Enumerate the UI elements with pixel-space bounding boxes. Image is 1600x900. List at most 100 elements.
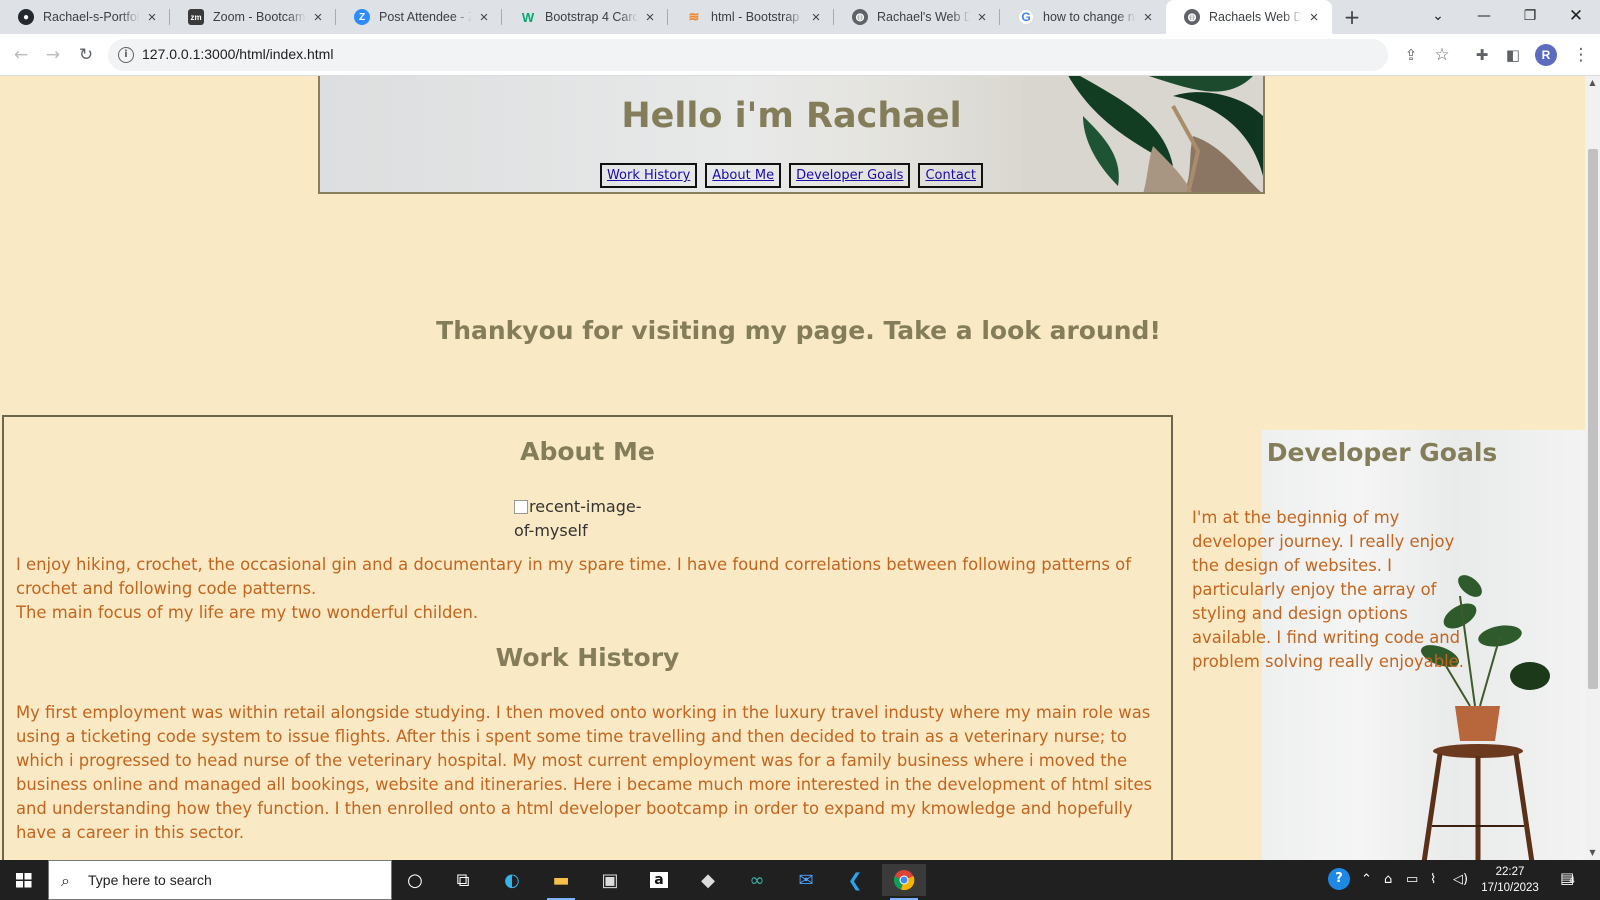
close-icon[interactable]: × — [1140, 9, 1156, 26]
close-icon[interactable]: × — [476, 9, 492, 26]
tab-title: Bootstrap 4 Cards — [545, 10, 638, 24]
developer-goals-heading: Developer Goals — [1266, 438, 1498, 467]
site-header: Hello i'm Rachael Work History About Me … — [318, 76, 1265, 194]
menu-kebab-icon[interactable]: ⋮ — [1568, 42, 1594, 68]
forward-button[interactable]: → — [40, 42, 66, 68]
dropbox-icon[interactable]: ◆ — [686, 864, 730, 896]
tab-post-attendee[interactable]: Z Post Attendee - Zoom × — [336, 0, 502, 34]
close-icon[interactable]: × — [310, 9, 326, 26]
nav-link-contact[interactable]: Contact — [918, 163, 984, 188]
github-icon: ● — [18, 9, 34, 25]
w3schools-icon: W — [521, 9, 535, 25]
page-title: Hello i'm Rachael — [621, 96, 962, 136]
microsoft-store-icon[interactable]: ▣ — [588, 864, 632, 896]
nav-link-about-me[interactable]: About Me — [705, 163, 782, 188]
back-button[interactable]: ← — [8, 42, 34, 68]
tab-google-search[interactable]: G how to change na × — [1000, 0, 1166, 34]
chrome-logo-icon — [893, 870, 915, 891]
zoom-icon: zm — [188, 9, 204, 25]
stackoverflow-icon: ≋ — [688, 9, 700, 24]
minimize-button[interactable]: — — [1461, 0, 1507, 34]
broken-image-icon — [514, 500, 528, 514]
work-history-heading: Work History — [495, 643, 680, 672]
notifications-icon[interactable]: ▤4 — [1560, 869, 1575, 887]
developer-goals-text: I'm at the beginnig of my developer jour… — [1192, 508, 1464, 671]
notification-count: 4 — [1569, 876, 1575, 886]
welcome-heading: Thankyou for visiting my page. Take a lo… — [0, 316, 1585, 345]
info-icon[interactable]: i — [118, 47, 134, 63]
tab-rachaels-web-dev-1[interactable]: ◍ Rachael's Web Dev × — [834, 0, 1000, 34]
globe-icon: ◍ — [852, 9, 868, 25]
tab-rachaels-web-dev-active[interactable]: ◍ Rachaels Web Dev × — [1166, 0, 1332, 34]
task-view-icon[interactable]: ⧉ — [441, 864, 485, 896]
image-alt-text: recent-image-of-myself — [514, 497, 642, 540]
new-tab-button[interactable]: + — [1340, 5, 1364, 29]
scroll-down-arrow-icon[interactable]: ▼ — [1585, 846, 1600, 860]
about-work-section: About Me recent-image-of-myself I enjoy … — [2, 415, 1173, 860]
tab-zoom-bootcamp[interactable]: zm Zoom - Bootcamp × — [170, 0, 336, 34]
profile-avatar[interactable]: R — [1535, 44, 1557, 66]
close-icon[interactable]: × — [1306, 9, 1322, 26]
help-icon[interactable]: ? — [1328, 868, 1350, 890]
scroll-up-arrow-icon[interactable]: ▲ — [1585, 76, 1600, 90]
chrome-icon[interactable] — [882, 864, 926, 900]
arduino-icon[interactable]: ∞ — [735, 864, 779, 896]
edge-icon[interactable]: ◐ — [490, 864, 534, 896]
browser-toolbar: ← → ↻ i 127.0.0.1:3000/html/index.html ⇪… — [0, 34, 1600, 76]
extensions-icon[interactable]: ✚ — [1469, 42, 1495, 68]
side-panel-icon[interactable]: ◧ — [1500, 42, 1526, 68]
close-icon[interactable]: × — [808, 9, 824, 26]
file-explorer-icon[interactable]: ▬ — [539, 864, 583, 900]
show-hidden-icons-chevron-icon[interactable]: ⌃ — [1361, 872, 1372, 887]
close-icon[interactable]: × — [974, 9, 990, 26]
taskbar-clock[interactable]: 22:27 17/10/2023 — [1480, 864, 1540, 896]
taskbar-search-box[interactable]: ⌕ Type here to search — [48, 860, 392, 900]
search-icon: ⌕ — [61, 871, 70, 890]
page-viewport: Hello i'm Rachael Work History About Me … — [0, 76, 1585, 860]
close-icon[interactable]: × — [144, 9, 160, 26]
close-icon[interactable]: × — [642, 9, 658, 26]
tab-title: Post Attendee - Zoom — [379, 10, 472, 24]
tab-github[interactable]: ● Rachael-s-Portfolio × — [0, 0, 170, 34]
zoom-z-icon: Z — [354, 9, 370, 25]
clock-time: 22:27 — [1495, 866, 1525, 878]
search-placeholder: Type here to search — [88, 872, 212, 888]
meet-now-icon[interactable]: ⌂ — [1384, 872, 1392, 887]
about-me-text: I enjoy hiking, crochet, the occasional … — [16, 553, 1166, 625]
work-history-text: My first employment was within retail al… — [16, 703, 1153, 842]
windows-taskbar: ⌕ Type here to search ○ ⧉ ◐ ▬ ▣ a ◆ ∞ ✉ … — [0, 860, 1600, 900]
tab-strip: ● Rachael-s-Portfolio × zm Zoom - Bootca… — [0, 0, 1600, 34]
close-window-button[interactable]: ✕ — [1553, 0, 1599, 34]
vscode-icon[interactable]: ❮ — [833, 864, 877, 896]
tab-title: Rachael-s-Portfolio — [43, 10, 140, 24]
volume-icon[interactable]: ◁) — [1453, 872, 1468, 887]
url-text[interactable]: 127.0.0.1:3000/html/index.html — [142, 46, 333, 62]
tab-bootstrap-cards[interactable]: W Bootstrap 4 Cards × — [502, 0, 668, 34]
address-bar[interactable]: i 127.0.0.1:3000/html/index.html — [108, 39, 1388, 71]
tab-search-icon[interactable]: ⌄ — [1415, 0, 1461, 34]
globe-icon: ◍ — [1184, 9, 1200, 25]
windows-start-icon[interactable] — [0, 860, 48, 900]
about-me-heading: About Me — [520, 437, 655, 466]
tab-title: Rachael's Web Dev — [877, 10, 970, 24]
battery-icon[interactable]: ▭ — [1406, 872, 1418, 887]
about-paragraph-2: The main focus of my life are my two won… — [16, 603, 479, 622]
profile-photo-broken-image: recent-image-of-myself — [514, 495, 654, 543]
nav-link-developer-goals[interactable]: Developer Goals — [789, 163, 911, 188]
mail-icon[interactable]: ✉ — [784, 864, 828, 896]
tab-stackoverflow[interactable]: ≋ html - Bootstrap C × — [668, 0, 834, 34]
amazon-icon[interactable]: a — [637, 864, 681, 896]
about-paragraph-1: I enjoy hiking, crochet, the occasional … — [16, 555, 1131, 598]
restore-button[interactable]: ❐ — [1507, 0, 1553, 34]
tab-title: Zoom - Bootcamp — [213, 10, 306, 24]
nav-link-work-history[interactable]: Work History — [599, 163, 698, 188]
reload-button[interactable]: ↻ — [73, 42, 99, 68]
scrollbar-thumb[interactable] — [1588, 149, 1598, 689]
tab-title: html - Bootstrap C — [711, 10, 804, 24]
bookmark-star-icon[interactable]: ☆ — [1429, 42, 1455, 68]
cortana-icon[interactable]: ○ — [393, 864, 437, 896]
wifi-icon[interactable]: ⌇ — [1430, 872, 1436, 887]
page-scrollbar[interactable]: ▲ ▼ — [1585, 76, 1600, 860]
share-icon[interactable]: ⇪ — [1398, 42, 1424, 68]
welcome-text: Thankyou for visiting my page. Take a lo… — [436, 316, 1161, 345]
